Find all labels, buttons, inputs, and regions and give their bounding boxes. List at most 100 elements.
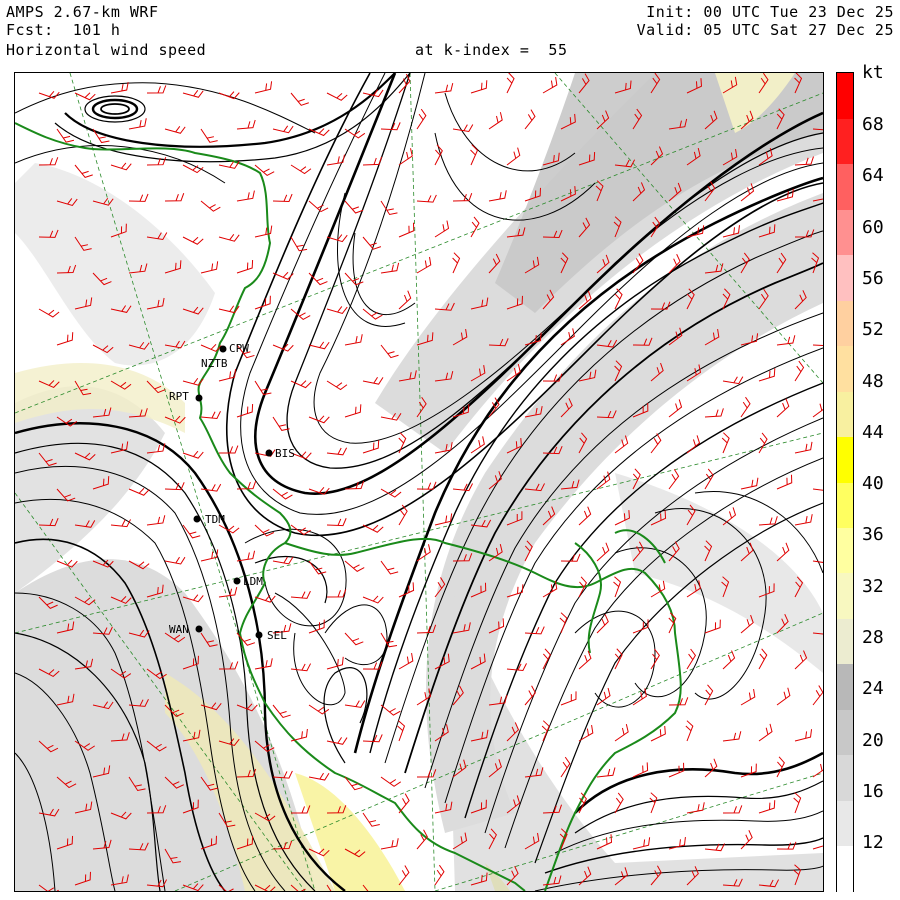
wind-barb bbox=[758, 723, 773, 742]
wind-barb bbox=[758, 432, 768, 454]
wind-barb bbox=[200, 261, 219, 274]
station-dot-rpt bbox=[195, 394, 203, 402]
wind-barb bbox=[182, 236, 204, 245]
wind-barb bbox=[272, 556, 294, 565]
wind-barb bbox=[380, 344, 399, 359]
wind-barb bbox=[326, 589, 347, 598]
colorbar-segment bbox=[837, 663, 853, 710]
wind-barb bbox=[380, 776, 402, 787]
wind-barb bbox=[470, 144, 479, 166]
wind-barb bbox=[416, 829, 428, 850]
wind-barb bbox=[344, 632, 364, 646]
station-label-rpt: RPT bbox=[169, 390, 189, 403]
wind-barb bbox=[218, 91, 240, 100]
wind-barb bbox=[704, 758, 718, 778]
wind-barb bbox=[236, 403, 254, 418]
wind-barb bbox=[254, 164, 275, 177]
wind-barb bbox=[470, 216, 480, 238]
wind-barb bbox=[344, 404, 362, 418]
wind-barb bbox=[722, 376, 744, 385]
station-dot-sel bbox=[255, 631, 263, 639]
colorbar-tick-label: 60 bbox=[862, 216, 884, 238]
colorbar-tick-label: 12 bbox=[862, 832, 884, 854]
wind-barb bbox=[326, 656, 344, 670]
wind-barb bbox=[164, 556, 186, 565]
wind-barb bbox=[380, 704, 401, 716]
wind-barb bbox=[362, 595, 384, 604]
station-label-wan: WAN bbox=[169, 623, 189, 636]
colorbar-segment bbox=[837, 254, 853, 301]
wind-barb bbox=[362, 524, 384, 533]
wind-barb bbox=[236, 119, 256, 130]
wind-barb bbox=[182, 450, 204, 459]
wind-barb bbox=[686, 648, 697, 670]
wind-barb bbox=[776, 687, 791, 706]
wind-barb bbox=[416, 194, 437, 203]
wind-barb bbox=[740, 688, 756, 706]
colorbar-unit: kt bbox=[862, 62, 884, 83]
wind-barb bbox=[38, 308, 60, 318]
station-label-nztb: NZTB bbox=[201, 357, 228, 370]
wind-barb bbox=[308, 704, 330, 715]
wind-barb bbox=[218, 233, 240, 242]
wind-speed-map[interactable]: CPW NZTB RPT BIS TDM LDM WAN SEL bbox=[14, 72, 824, 892]
wind-barb bbox=[290, 92, 309, 106]
wind-barb bbox=[290, 590, 311, 599]
wind-barb bbox=[812, 685, 823, 706]
level-index: at k-index = 55 bbox=[415, 41, 568, 59]
colorbar-segment bbox=[837, 754, 853, 801]
wind-barb bbox=[434, 513, 453, 526]
wind-barb bbox=[685, 720, 694, 742]
wind-barb bbox=[596, 542, 610, 562]
wind-barb bbox=[686, 802, 705, 814]
wind-barb bbox=[38, 90, 60, 99]
colorbar-segment bbox=[837, 73, 853, 119]
wind-barb bbox=[452, 124, 474, 133]
wind-barb bbox=[434, 83, 454, 94]
wind-barb bbox=[776, 756, 785, 778]
colorbar-segment bbox=[837, 527, 853, 574]
colorbar-segment bbox=[837, 800, 853, 847]
wind-barb bbox=[326, 737, 348, 745]
wind-barb bbox=[506, 147, 521, 166]
wind-barb bbox=[128, 193, 149, 202]
wind-barb bbox=[344, 700, 366, 708]
wind-barb bbox=[128, 487, 150, 496]
wind-barb bbox=[632, 837, 651, 850]
wind-barb bbox=[398, 290, 412, 310]
colorbar-segment bbox=[837, 572, 853, 619]
station-dot-wan bbox=[195, 625, 203, 633]
wind-barb bbox=[649, 792, 658, 814]
wind-barb bbox=[397, 720, 406, 742]
wind-barb bbox=[524, 685, 536, 706]
wind-barb bbox=[434, 220, 450, 238]
model-title: AMPS 2.67-km WRF bbox=[6, 3, 159, 21]
colorbar-segment bbox=[837, 482, 853, 528]
wind-barb bbox=[686, 435, 701, 454]
wind-barb bbox=[560, 328, 575, 346]
wind-barb bbox=[614, 724, 629, 742]
colorbar-segment bbox=[837, 118, 853, 165]
wind-barb bbox=[146, 85, 167, 94]
wind-barb bbox=[470, 80, 488, 94]
wind-barb bbox=[272, 704, 291, 719]
wind-barb bbox=[362, 376, 384, 385]
wind-barb bbox=[308, 341, 330, 350]
wind-barb bbox=[740, 477, 759, 490]
wind-barb bbox=[362, 156, 383, 166]
colorbar-segment bbox=[837, 209, 853, 256]
wind-barb bbox=[506, 73, 515, 94]
wind-barb bbox=[110, 162, 132, 171]
colorbar-tick-label: 48 bbox=[862, 370, 884, 392]
wind-barb bbox=[200, 128, 218, 143]
wind-barb bbox=[254, 524, 275, 537]
wind-barb bbox=[722, 805, 743, 814]
station-label-tdm: TDM bbox=[205, 513, 225, 526]
wind-barb bbox=[326, 518, 347, 527]
colorbar-segment bbox=[837, 391, 853, 438]
wind-barb bbox=[182, 524, 201, 539]
wind-barb bbox=[542, 76, 558, 94]
station-dot-bis bbox=[265, 449, 273, 457]
wind-barb bbox=[578, 650, 592, 670]
wind-barb bbox=[326, 306, 348, 315]
